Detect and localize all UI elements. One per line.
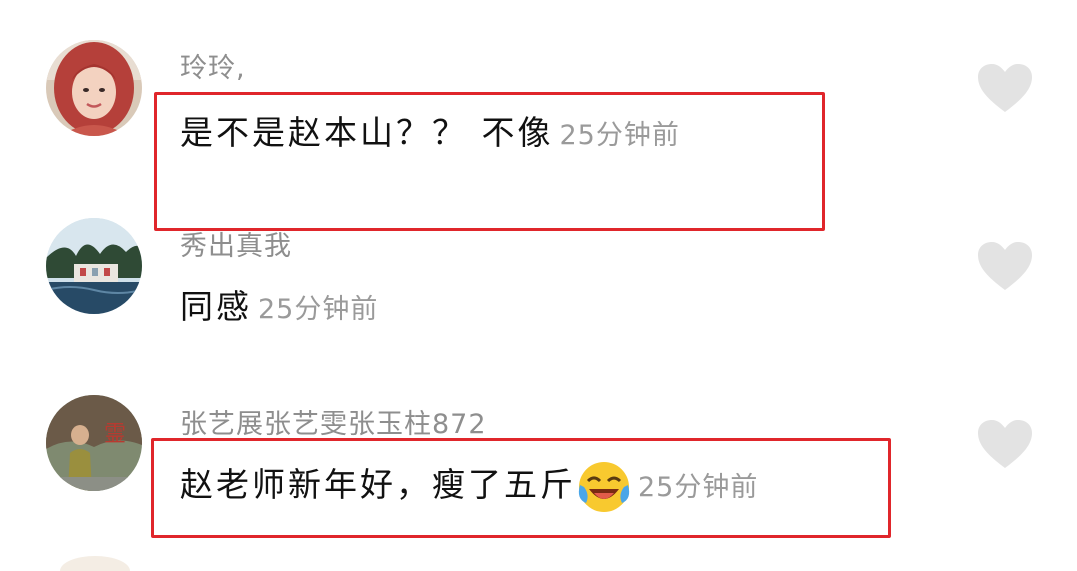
avatar[interactable]	[60, 556, 130, 571]
username[interactable]: 玲玲,	[180, 46, 246, 85]
comment-list: 玲玲, 是不是赵本山？？ 不像 25分钟前 秀出真我 同感 25分钟前 霊 张艺…	[0, 0, 1077, 571]
username[interactable]: 秀出真我	[180, 224, 292, 263]
highlight-box	[151, 438, 891, 538]
heart-icon[interactable]	[976, 240, 1034, 292]
highlight-box	[154, 92, 825, 231]
username[interactable]: 张艺展张艺雯张玉柱872	[180, 402, 487, 441]
heart-icon[interactable]	[976, 62, 1034, 114]
heart-icon[interactable]	[976, 418, 1034, 470]
comment-time: 25分钟前	[258, 294, 379, 325]
avatar[interactable]: 霊	[46, 395, 142, 491]
avatar[interactable]	[46, 40, 142, 136]
comment-text: 同感	[180, 287, 252, 326]
comment-body: 同感 25分钟前	[180, 280, 378, 328]
svg-text:霊: 霊	[104, 422, 126, 447]
avatar[interactable]	[46, 218, 142, 314]
